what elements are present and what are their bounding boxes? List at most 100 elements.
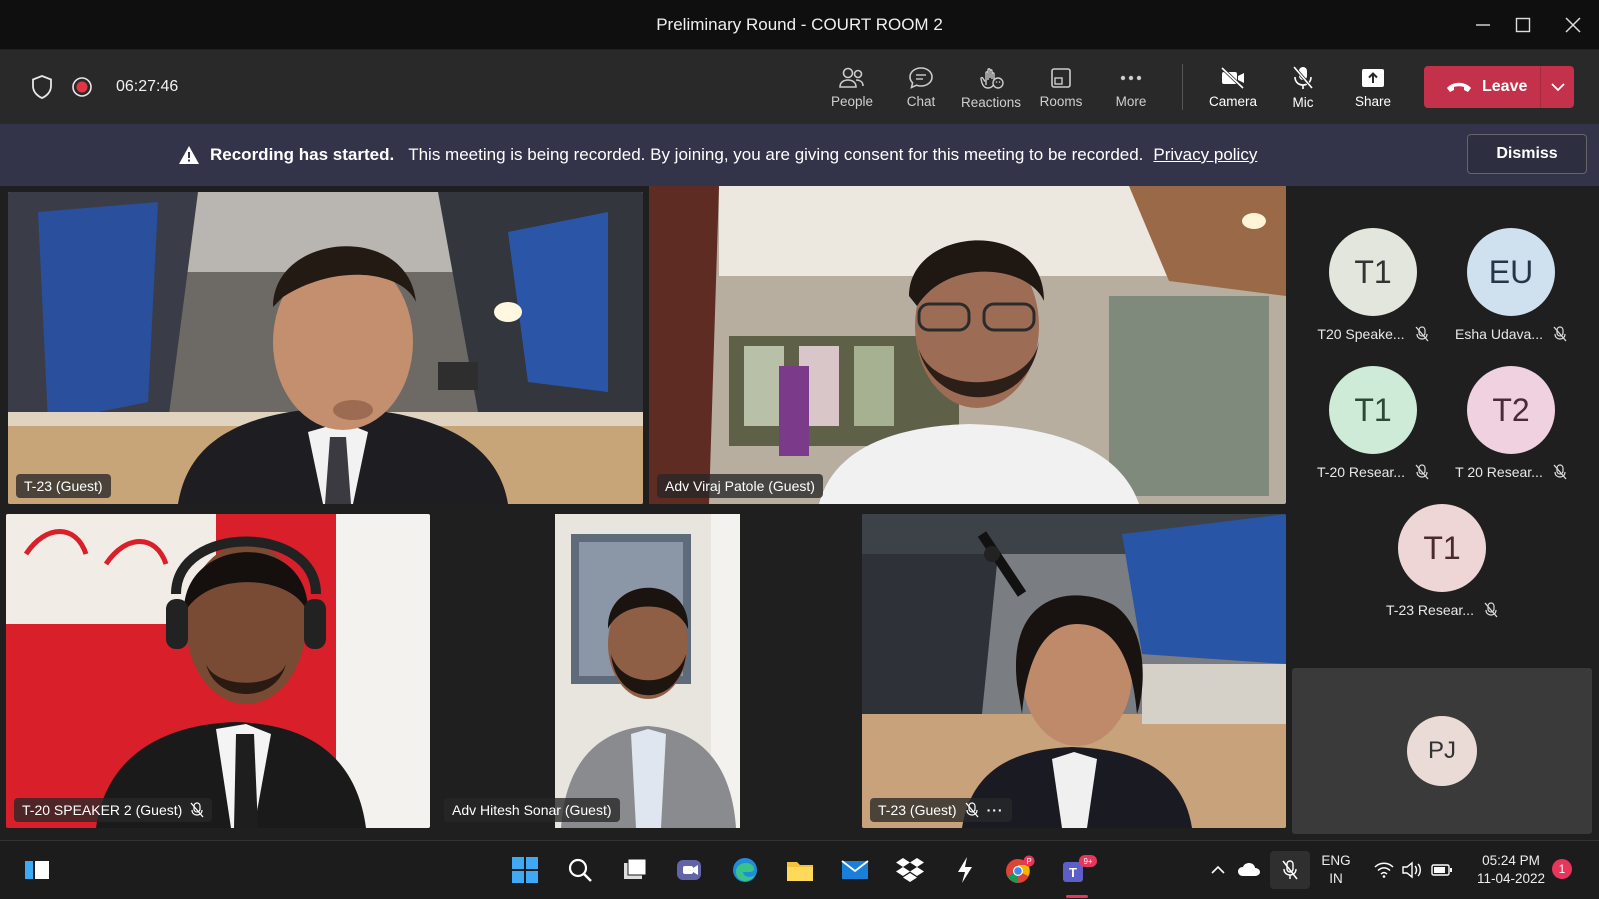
meeting-toolbar: 06:27:46 People Chat Reactions Rooms Mor… (0, 50, 1599, 124)
participant-name-tag: T-20 SPEAKER 2 (Guest) (14, 798, 213, 822)
more-options-icon[interactable]: ··· (987, 802, 1004, 818)
mail-icon (841, 860, 869, 879)
desktops-button[interactable] (616, 851, 654, 889)
svg-text:P: P (1026, 857, 1031, 866)
avatar: T1 (1398, 504, 1486, 592)
recording-banner: Recording has started. This meeting is b… (0, 124, 1599, 186)
file-explorer-button[interactable] (781, 851, 819, 889)
cloud-icon (1238, 863, 1260, 876)
mic-muted-tray[interactable] (1270, 851, 1310, 889)
meeting-timer: 06:27:46 (116, 78, 179, 95)
clock[interactable]: 05:24 PM 11-04-2022 (1466, 852, 1556, 888)
task-view-button[interactable] (18, 851, 56, 889)
dropbox-button[interactable] (891, 851, 929, 889)
windows-logo-icon (512, 857, 538, 883)
show-hidden-icons-button[interactable] (1204, 851, 1232, 889)
video-feed (6, 514, 430, 828)
edge-button[interactable] (726, 851, 764, 889)
reactions-button[interactable]: Reactions (956, 50, 1026, 124)
start-button[interactable] (506, 851, 544, 889)
wifi-button[interactable] (1370, 851, 1398, 889)
task-view-icon (25, 861, 49, 879)
avatar: PJ (1407, 716, 1477, 786)
video-feed (862, 514, 1286, 828)
roster-item[interactable]: EU Esha Udava... (1446, 228, 1576, 342)
participant-roster: T1 T20 Speake... EU Esha Udava... T1 T-2… (1290, 186, 1599, 666)
leave-button-group: Leave (1424, 66, 1574, 108)
muted-mic-icon (1553, 464, 1567, 480)
chat-button[interactable]: Chat (886, 50, 956, 124)
privacy-policy-link[interactable]: Privacy policy (1153, 145, 1257, 165)
participant-name-tag: Adv Hitesh Sonar (Guest) (444, 798, 620, 822)
video-feed (436, 514, 856, 828)
reactions-icon (980, 67, 1004, 89)
warning-icon (179, 146, 199, 164)
video-tile-5[interactable]: T-23 (Guest) ··· (862, 514, 1286, 828)
video-feed (8, 192, 643, 504)
dismiss-button[interactable]: Dismiss (1467, 134, 1587, 174)
participant-name-tag: T-23 (Guest) ··· (870, 798, 1012, 822)
chat-icon (909, 66, 933, 89)
battery-icon (1431, 864, 1452, 876)
rooms-icon (1051, 67, 1071, 88)
roster-item[interactable]: T1 T-23 Resear... (1377, 504, 1507, 618)
close-button[interactable] (1548, 0, 1598, 50)
teams-button[interactable]: T 9+ (1056, 851, 1102, 889)
rooms-button[interactable]: Rooms (1026, 50, 1096, 124)
participant-name-tag: T-23 (Guest) (16, 474, 111, 498)
people-button[interactable]: People (817, 50, 887, 124)
chrome-button[interactable]: P (1001, 851, 1039, 889)
shield-icon[interactable] (30, 74, 54, 100)
more-button[interactable]: More (1096, 50, 1166, 124)
avatar: T2 (1467, 366, 1555, 454)
chevron-down-icon (1550, 83, 1565, 92)
window-title: Preliminary Round - COURT ROOM 2 (656, 14, 943, 34)
muted-mic-icon (1415, 326, 1429, 342)
roster-item[interactable]: T2 T 20 Resear... (1446, 366, 1576, 480)
camera-button[interactable]: Camera (1198, 50, 1268, 124)
mail-button[interactable] (836, 851, 874, 889)
muted-mic-icon (190, 802, 204, 818)
share-button[interactable]: Share (1338, 50, 1408, 124)
video-tile-2[interactable]: Adv Viraj Patole (Guest) (649, 186, 1286, 504)
video-tile-1[interactable]: T-23 (Guest) (8, 192, 643, 504)
teams-chat-button[interactable] (671, 851, 709, 889)
language-indicator[interactable]: ENG IN (1318, 852, 1354, 888)
desktops-icon (624, 858, 647, 879)
leave-button[interactable]: Leave (1424, 66, 1540, 108)
mic-button[interactable]: Mic (1268, 50, 1338, 124)
recording-indicator-icon (72, 77, 92, 97)
participant-name-tag: Adv Viraj Patole (Guest) (657, 474, 823, 498)
volume-button[interactable] (1398, 851, 1426, 889)
notification-badge[interactable]: 1 (1552, 859, 1572, 879)
onedrive-button[interactable] (1234, 851, 1264, 889)
battery-button[interactable] (1428, 851, 1456, 889)
bolt-app-icon (958, 857, 972, 883)
leave-options-dropdown[interactable] (1541, 82, 1574, 92)
roster-item[interactable]: T1 T20 Speake... (1308, 228, 1438, 342)
avatar: T1 (1329, 366, 1417, 454)
muted-mic-icon (1553, 326, 1567, 342)
folder-icon (787, 862, 813, 881)
share-icon (1362, 68, 1384, 87)
phone-hangup-icon (1447, 82, 1471, 92)
people-icon (839, 67, 864, 88)
app-button[interactable] (946, 851, 984, 889)
maximize-button[interactable] (1498, 0, 1548, 50)
active-app-indicator (1066, 895, 1088, 898)
more-icon (1120, 75, 1142, 80)
mic-off-icon (1282, 860, 1298, 880)
search-icon (568, 858, 592, 882)
mic-off-icon (1292, 65, 1314, 89)
self-view-tile[interactable]: PJ (1292, 668, 1592, 834)
roster-item[interactable]: T1 T-20 Resear... (1308, 366, 1438, 480)
search-button[interactable] (561, 851, 599, 889)
video-tile-4[interactable]: Adv Hitesh Sonar (Guest) (436, 514, 856, 828)
toolbar-divider (1182, 64, 1183, 110)
chrome-icon: P (1006, 855, 1035, 883)
teams-icon: T 9+ (1063, 855, 1097, 882)
video-feed (649, 186, 1286, 504)
recording-headline: Recording has started. (210, 145, 395, 164)
avatar: EU (1467, 228, 1555, 316)
video-tile-3[interactable]: T-20 SPEAKER 2 (Guest) (6, 514, 430, 828)
